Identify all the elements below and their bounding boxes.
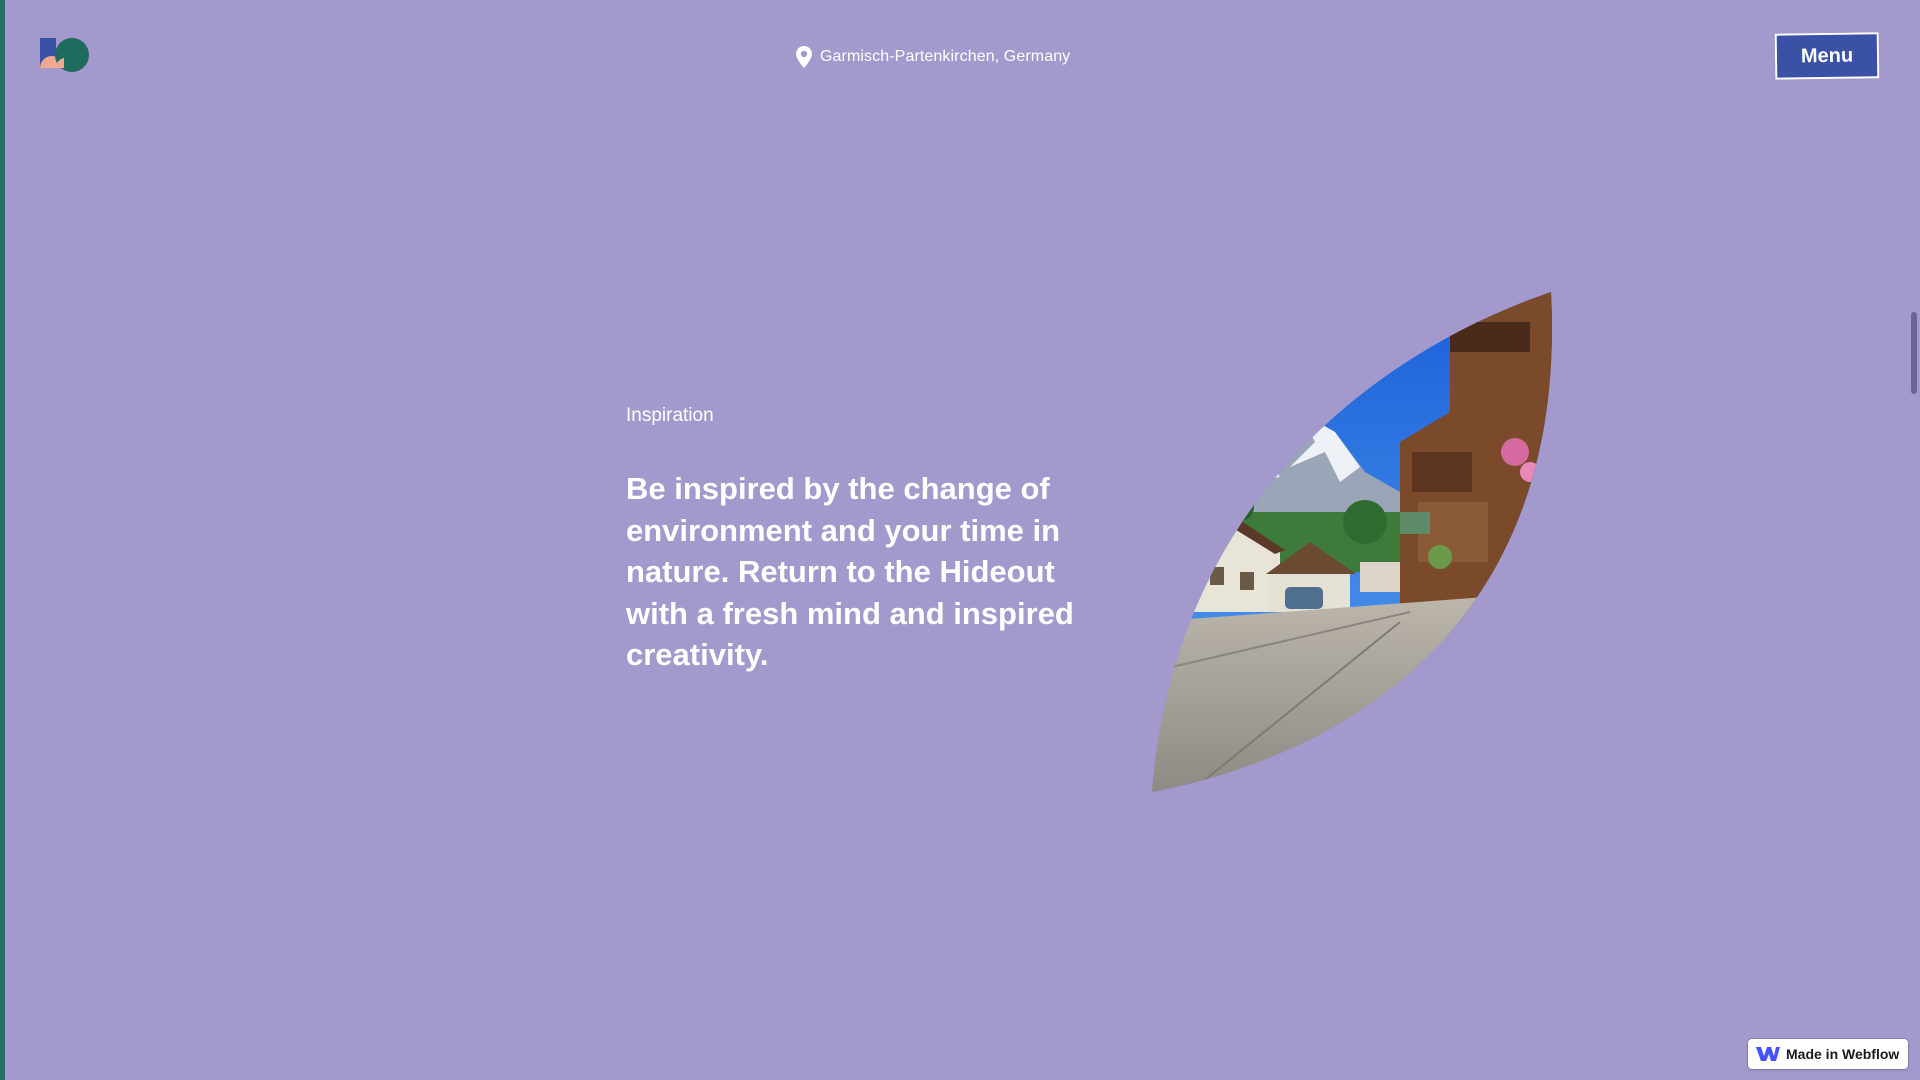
location-text: Garmisch-Partenkirchen, Germany [820,48,1071,65]
webflow-badge-label: Made in Webflow [1786,1046,1900,1062]
location-label: Garmisch-Partenkirchen, Germany [796,46,1070,68]
leaf-shaped-village-photo [1152,292,1552,792]
made-in-webflow-badge[interactable]: Made in Webflow [1748,1039,1908,1069]
section-eyebrow: Inspiration [626,405,714,426]
left-edge-stripe [0,0,5,1080]
menu-button[interactable]: Menu [1774,32,1880,80]
scrollbar-thumb[interactable] [1911,312,1917,394]
hideout-logo-icon[interactable] [38,36,94,76]
section-headline: Be inspired by the change of environment… [626,471,1074,672]
webflow-logo-icon [1756,1047,1780,1061]
map-pin-icon [796,46,812,68]
